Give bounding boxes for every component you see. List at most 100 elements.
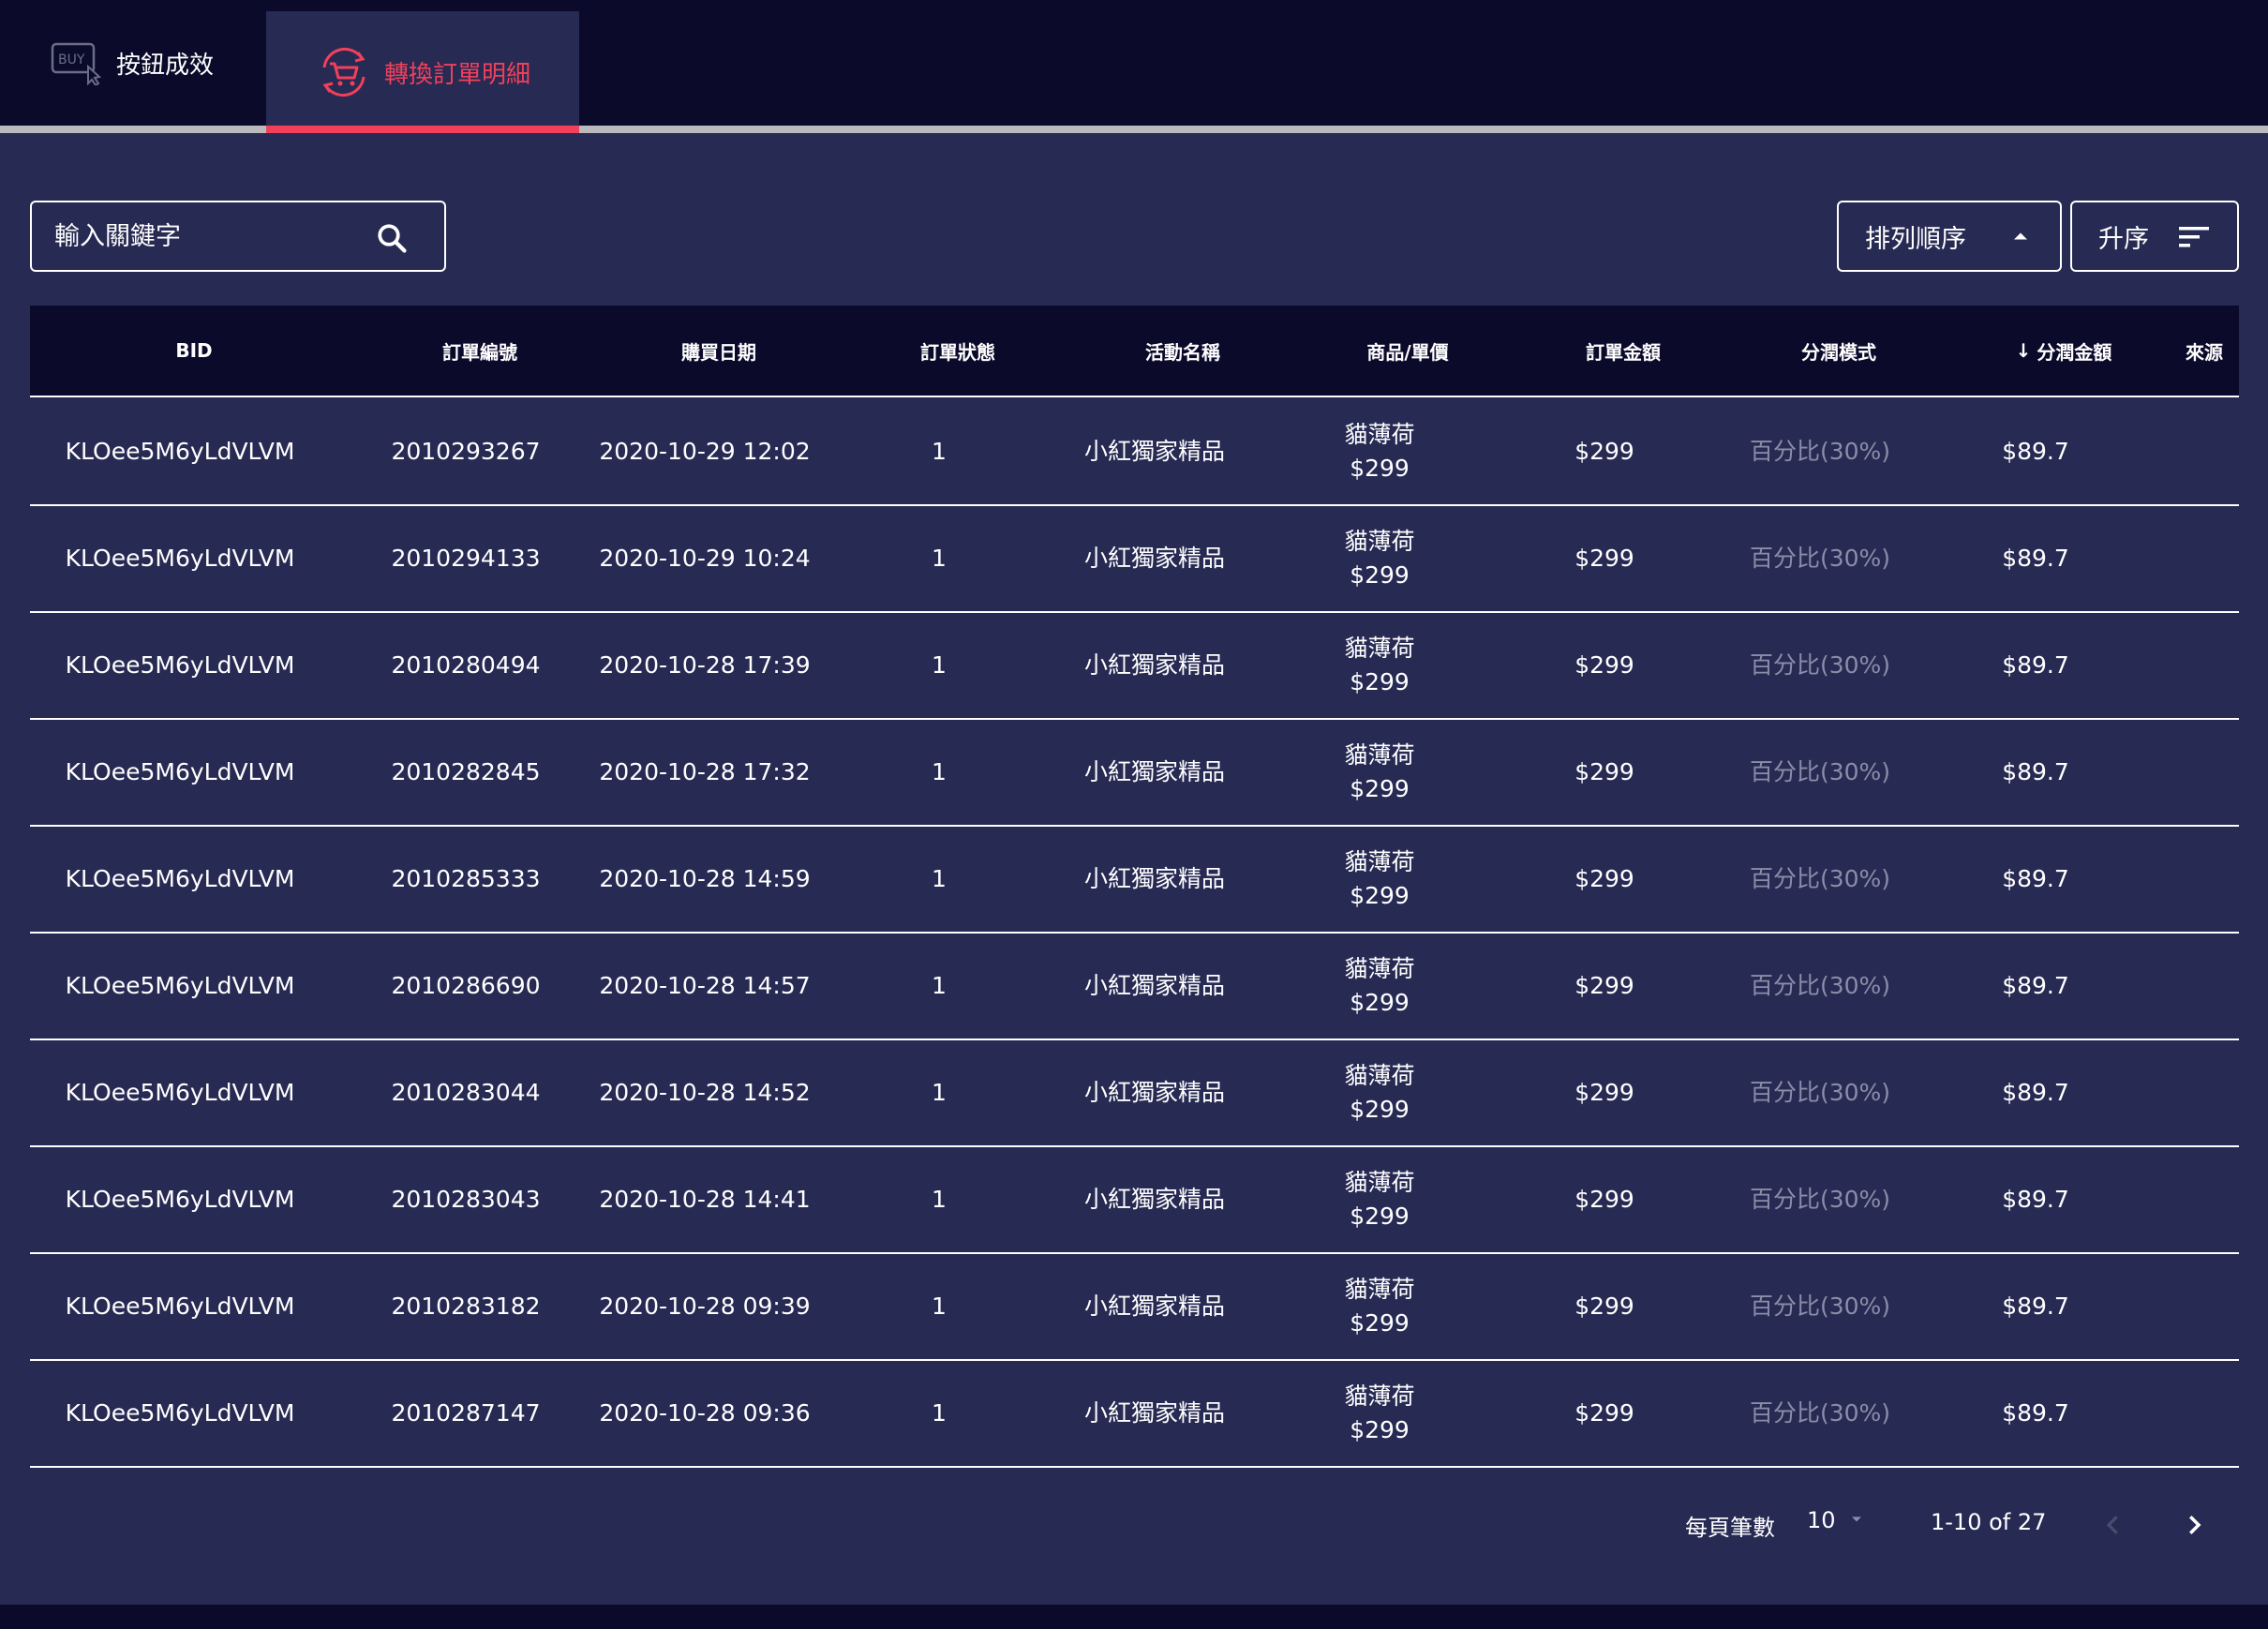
- cell-order-amount: $299: [1492, 1147, 1717, 1252]
- cell-share-amount-text: $89.7: [2002, 651, 2069, 679]
- cell-product-price-text: 貓薄荷: [1344, 1062, 1415, 1089]
- cell-order-amount-text: $299: [1574, 1399, 1634, 1427]
- cell-purchase-date-text: 2020-10-28 14:57: [599, 972, 811, 999]
- cell-order-status-text: 1: [932, 1293, 947, 1320]
- cell-share-mode-text: 百分比(30%): [1749, 1186, 1891, 1213]
- cell-order-amount-text: $299: [1574, 651, 1634, 679]
- table-row[interactable]: KLOee5M6yLdVLVM 2010285333 2020-10-28 14:5…: [30, 827, 2239, 934]
- cell-product-price-text: 貓薄荷: [1344, 635, 1415, 662]
- cell-bid: KLOee5M6yLdVLVM: [30, 720, 330, 825]
- search-box[interactable]: [30, 201, 446, 272]
- rows-per-page-select[interactable]: 10: [1807, 1507, 1866, 1533]
- table-row[interactable]: KLOee5M6yLdVLVM 2010287147 2020-10-28 09:3…: [30, 1361, 2239, 1468]
- table-body: KLOee5M6yLdVLVM 2010293267 2020-10-29 12:0…: [30, 399, 2239, 1468]
- cell-share-mode: 百分比(30%): [1689, 934, 1951, 1039]
- cell-campaign-name-text: 小紅獨家精品: [1083, 1079, 1225, 1106]
- tab-order-details[interactable]: 轉換訂單明細: [266, 11, 579, 133]
- cell-order-status-text: 1: [932, 972, 947, 999]
- sort-direction-button[interactable]: 升序: [2070, 201, 2239, 272]
- cell-share-mode: 百分比(30%): [1689, 720, 1951, 825]
- cell-bid: KLOee5M6yLdVLVM: [30, 506, 330, 611]
- cell-share-amount: $89.7: [1914, 613, 2157, 718]
- cell-order-status: 1: [836, 827, 1042, 932]
- cell-purchase-date-text: 2020-10-28 09:39: [599, 1293, 811, 1320]
- cell-bid: KLOee5M6yLdVLVM: [30, 827, 330, 932]
- table-row[interactable]: KLOee5M6yLdVLVM 2010294133 2020-10-29 10:2…: [30, 506, 2239, 613]
- cell-share-amount: $89.7: [1914, 506, 2157, 611]
- cell-unit-price-text: $299: [1350, 668, 1410, 695]
- search-icon[interactable]: [375, 221, 409, 259]
- pagination-range: 1-10 of 27: [1931, 1509, 2047, 1535]
- tab-button-performance[interactable]: BUY 按鈕成效: [0, 0, 266, 126]
- sort-order-button[interactable]: 排列順序: [1837, 201, 2062, 272]
- cell-purchase-date: 2020-10-29 12:02: [574, 399, 836, 504]
- cell-purchase-date: 2020-10-28 14:57: [574, 934, 836, 1039]
- cell-product-price: 貓薄荷 $299: [1267, 827, 1492, 932]
- cell-order-amount-text: $299: [1574, 1293, 1634, 1320]
- cell-share-mode: 百分比(30%): [1689, 506, 1951, 611]
- cell-source: [2129, 1147, 2268, 1252]
- column-header-order-amount[interactable]: 訂單金額: [1511, 306, 1736, 396]
- cell-product-price-text: 貓薄荷: [1344, 421, 1415, 448]
- cell-bid-text: KLOee5M6yLdVLVM: [65, 651, 295, 679]
- cell-share-mode-text: 百分比(30%): [1749, 865, 1891, 892]
- cell-share-mode: 百分比(30%): [1689, 827, 1951, 932]
- cell-order-number-text: 2010287147: [391, 1399, 541, 1427]
- cell-product-price: 貓薄荷 $299: [1267, 613, 1492, 718]
- cell-share-mode-text: 百分比(30%): [1749, 545, 1891, 572]
- cell-order-number: 2010294133: [339, 506, 592, 611]
- column-header-order-number[interactable]: 訂單編號: [349, 306, 611, 396]
- table-row[interactable]: KLOee5M6yLdVLVM 2010282845 2020-10-28 17:3…: [30, 720, 2239, 827]
- cell-campaign-name-text: 小紅獨家精品: [1083, 1399, 1225, 1427]
- cell-order-status-text: 1: [932, 1079, 947, 1106]
- cell-share-mode-text: 百分比(30%): [1749, 972, 1891, 999]
- column-header-order-status[interactable]: 訂單狀態: [855, 306, 1061, 396]
- next-page-button[interactable]: [2180, 1511, 2208, 1543]
- previous-page-button[interactable]: [2099, 1511, 2127, 1543]
- cell-share-mode-text: 百分比(30%): [1749, 1293, 1891, 1320]
- cell-unit-price-text: $299: [1350, 1309, 1410, 1337]
- cell-campaign-name: 小紅獨家精品: [1023, 1147, 1286, 1252]
- cell-campaign-name-text: 小紅獨家精品: [1083, 545, 1225, 572]
- cell-order-status: 1: [836, 1361, 1042, 1466]
- tab-order-details-label: 轉換訂單明細: [384, 60, 531, 89]
- cell-source: [2129, 934, 2268, 1039]
- cell-order-status: 1: [836, 720, 1042, 825]
- column-header-campaign-name[interactable]: 活動名稱: [1042, 306, 1323, 396]
- cell-purchase-date-text: 2020-10-29 12:02: [599, 438, 811, 465]
- search-input[interactable]: [54, 221, 354, 251]
- column-header-share-mode[interactable]: 分潤模式: [1708, 306, 1970, 396]
- table-row[interactable]: KLOee5M6yLdVLVM 2010286690 2020-10-28 14:5…: [30, 934, 2239, 1040]
- column-header-bid[interactable]: BID: [30, 306, 358, 396]
- cell-order-amount: $299: [1492, 613, 1717, 718]
- cell-purchase-date: 2020-10-29 10:24: [574, 506, 836, 611]
- cell-share-amount: $89.7: [1914, 1147, 2157, 1252]
- cell-order-amount: $299: [1492, 506, 1717, 611]
- cell-share-mode: 百分比(30%): [1689, 613, 1951, 718]
- cell-unit-price-text: $299: [1350, 561, 1410, 589]
- cell-bid: KLOee5M6yLdVLVM: [30, 1361, 330, 1466]
- column-header-purchase-date[interactable]: 購買日期: [583, 306, 855, 396]
- table-row[interactable]: KLOee5M6yLdVLVM 2010283044 2020-10-28 14:5…: [30, 1040, 2239, 1147]
- cell-order-amount: $299: [1492, 1040, 1717, 1145]
- table-row[interactable]: KLOee5M6yLdVLVM 2010293267 2020-10-29 12:0…: [30, 399, 2239, 506]
- table-row[interactable]: KLOee5M6yLdVLVM 2010283182 2020-10-28 09:3…: [30, 1254, 2239, 1361]
- cell-campaign-name-text: 小紅獨家精品: [1083, 972, 1225, 999]
- cell-order-status-text: 1: [932, 438, 947, 465]
- cell-order-number: 2010286690: [339, 934, 592, 1039]
- cell-share-amount-text: $89.7: [2002, 545, 2069, 572]
- cell-campaign-name: 小紅獨家精品: [1023, 1254, 1286, 1359]
- column-header-source[interactable]: 來源: [2129, 306, 2268, 396]
- cell-purchase-date: 2020-10-28 09:39: [574, 1254, 836, 1359]
- table-row[interactable]: KLOee5M6yLdVLVM 2010280494 2020-10-28 17:3…: [30, 613, 2239, 720]
- cell-bid-text: KLOee5M6yLdVLVM: [65, 1079, 295, 1106]
- cell-order-amount: $299: [1492, 1254, 1717, 1359]
- cell-share-mode: 百分比(30%): [1689, 1254, 1951, 1359]
- cell-share-amount-text: $89.7: [2002, 438, 2069, 465]
- cell-purchase-date-text: 2020-10-28 17:32: [599, 758, 811, 785]
- table-row[interactable]: KLOee5M6yLdVLVM 2010283043 2020-10-28 14:4…: [30, 1147, 2239, 1254]
- column-header-product-price[interactable]: 商品/單價: [1295, 306, 1520, 396]
- cell-order-number: 2010283044: [339, 1040, 592, 1145]
- cell-share-mode-text: 百分比(30%): [1749, 758, 1891, 785]
- chevron-left-icon: [2106, 1516, 2118, 1534]
